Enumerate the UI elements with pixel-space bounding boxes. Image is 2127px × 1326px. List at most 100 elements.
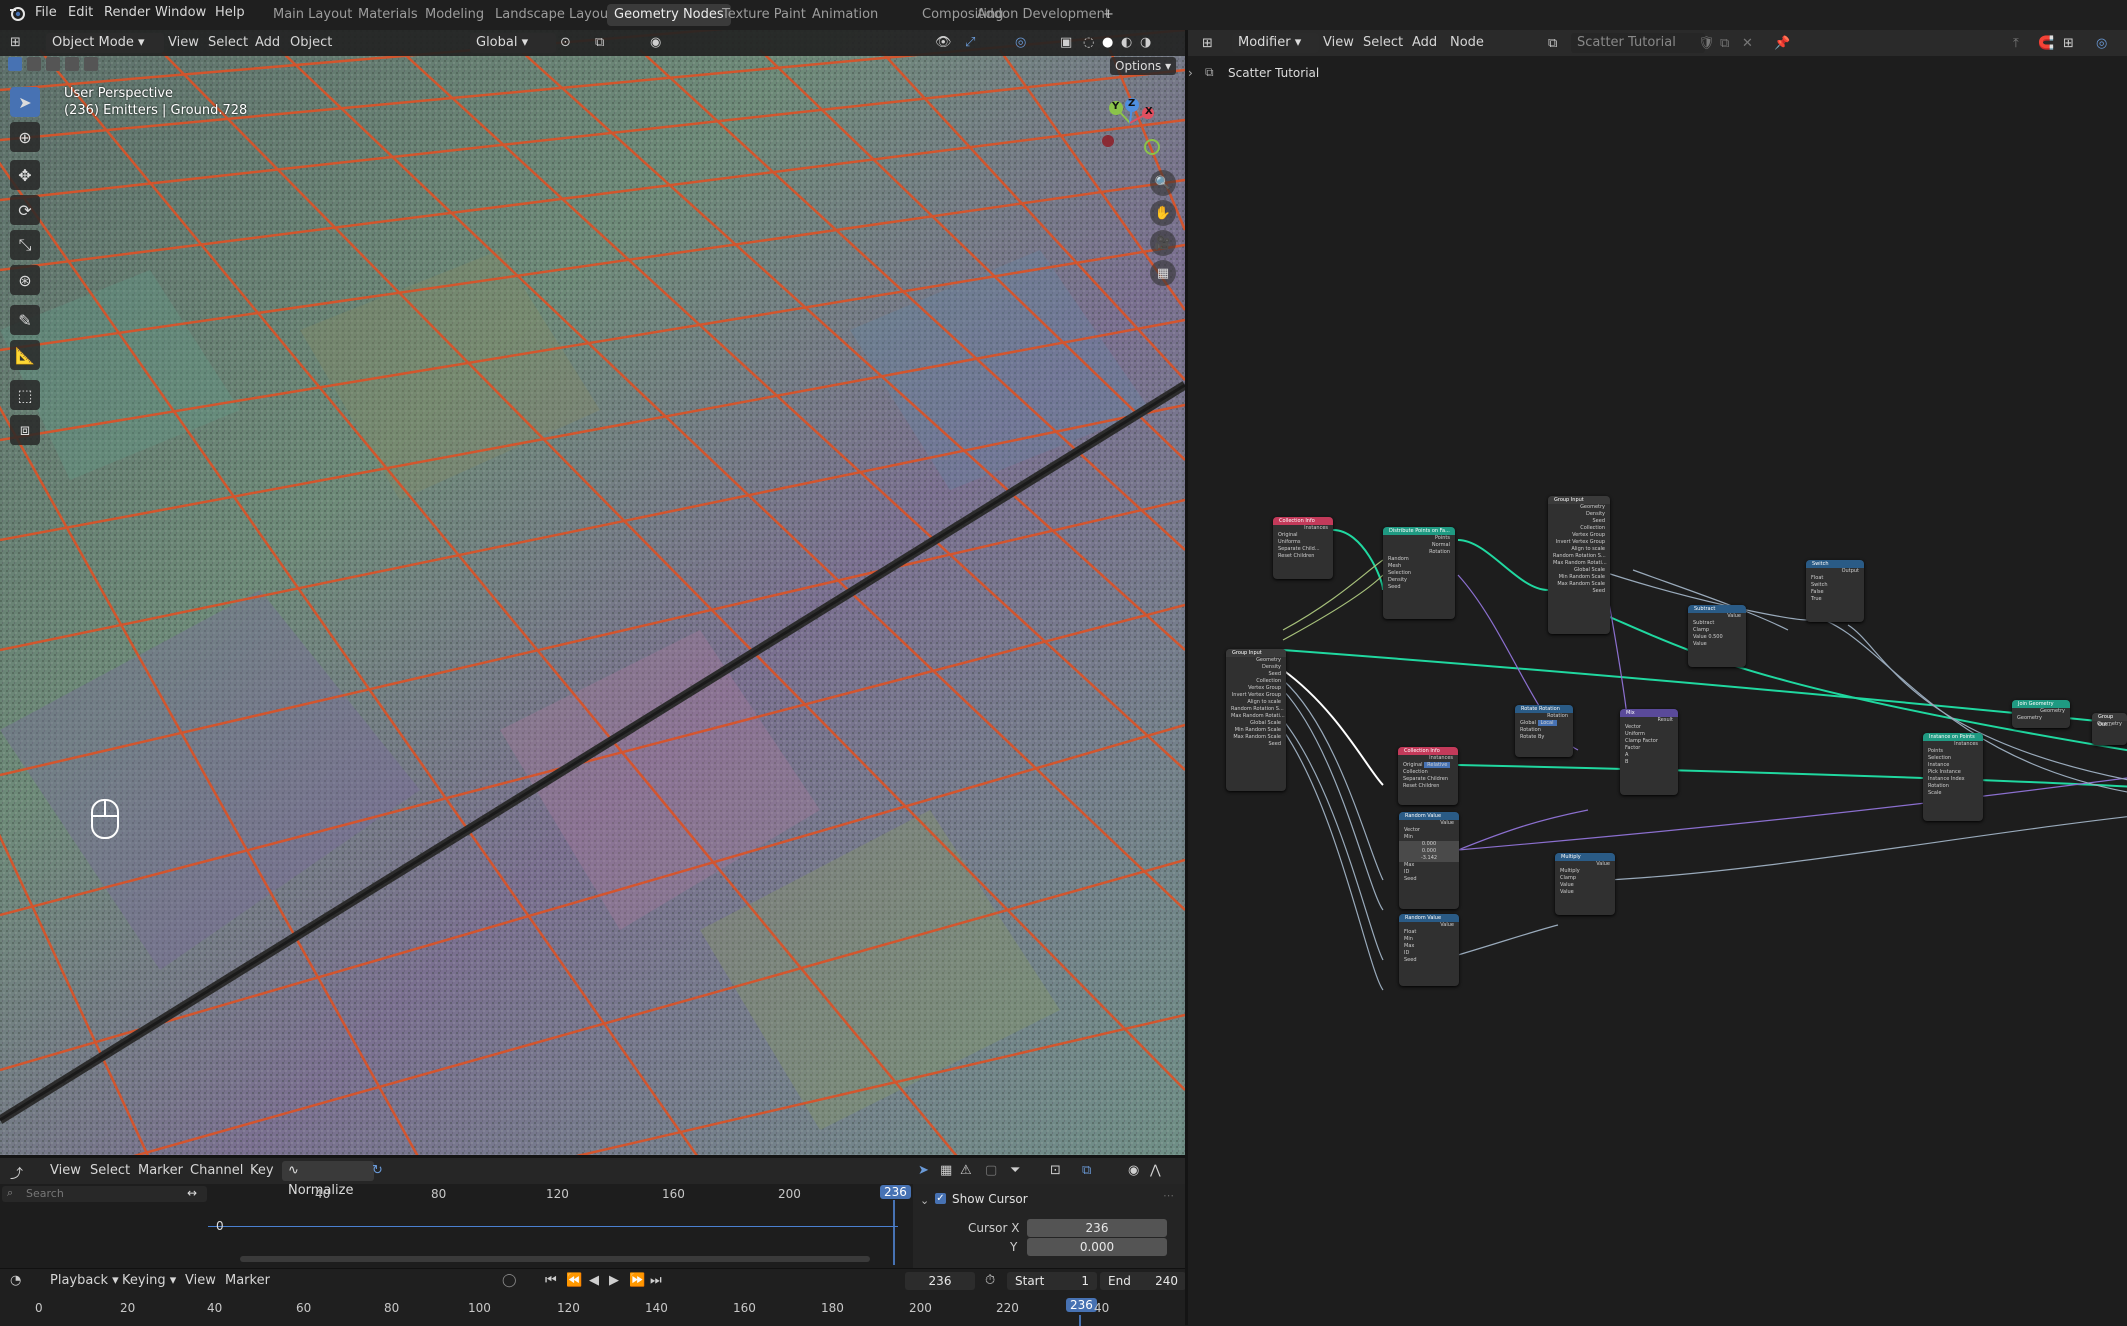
falloff-icon[interactable]: ⋀: [1150, 1163, 1161, 1178]
annotate-tool[interactable]: ✎: [10, 305, 40, 335]
measure-tool[interactable]: 📐: [10, 340, 40, 370]
tab-texture-paint[interactable]: Texture Paint: [715, 4, 813, 26]
min-x-field[interactable]: 0.000: [1399, 841, 1459, 848]
select-box-tool[interactable]: ➤: [10, 87, 40, 117]
navigation-gizmo[interactable]: Y Z X: [1090, 95, 1170, 165]
channel-search-input[interactable]: ⌕ Search: [2, 1186, 207, 1202]
snap-icon[interactable]: ⧉: [595, 35, 604, 50]
rotate-tool[interactable]: ⟳: [10, 195, 40, 225]
tab-landscape-layout[interactable]: Landscape Layout: [488, 4, 620, 26]
shading-solid-icon[interactable]: ●: [1102, 35, 1113, 50]
socket-label[interactable]: Vector: [1399, 827, 1459, 834]
socket-label[interactable]: Local: [1537, 720, 1557, 726]
group-output-node[interactable]: Group Out... Geometry: [2092, 713, 2127, 745]
mix-node[interactable]: Mix Result Vector Uniform Clamp Factor F…: [1620, 709, 1678, 795]
cursor-x-field[interactable]: 236: [1027, 1219, 1167, 1237]
switch-node[interactable]: Switch Output Float Switch False True: [1806, 560, 1864, 622]
vp-menu-select[interactable]: Select: [208, 35, 248, 50]
subtract-node[interactable]: Subtract Value Subtract Clamp Value 0.50…: [1688, 605, 1746, 667]
menu-window[interactable]: Window: [155, 5, 206, 20]
panel-collapse-icon[interactable]: ⌄: [920, 1194, 929, 1207]
move-tool[interactable]: ✥: [10, 160, 40, 190]
random-value-node-2[interactable]: Random Value Value Float Min Max ID Seed: [1399, 914, 1459, 986]
jump-keyframe-forward-icon[interactable]: ⏩: [629, 1273, 645, 1288]
socket-label[interactable]: Uniforms: [1273, 539, 1333, 546]
socket-label[interactable]: Subtract: [1688, 620, 1746, 627]
add-object-tool[interactable]: ⧈: [10, 415, 40, 445]
gizmo-toggle-icon[interactable]: ⤢: [965, 35, 975, 50]
socket-label[interactable]: Reset Children: [1273, 553, 1333, 560]
visibility-icon[interactable]: 👁: [935, 35, 952, 50]
socket-label[interactable]: Multiply: [1555, 868, 1615, 875]
zoom-icon[interactable]: 🔍: [1150, 170, 1176, 196]
editor-type-icon[interactable]: ⊞: [10, 35, 21, 50]
socket-label[interactable]: Value 0.500: [1688, 634, 1746, 641]
socket-label[interactable]: Pick Instance: [1923, 769, 1983, 776]
tab-animation[interactable]: Animation: [805, 4, 885, 26]
play-icon[interactable]: ▶: [609, 1273, 619, 1288]
vp-menu-view[interactable]: View: [168, 35, 199, 50]
current-frame-field[interactable]: 236: [905, 1272, 975, 1290]
play-reverse-icon[interactable]: ◀: [589, 1273, 599, 1288]
ge-snap-icon[interactable]: ⧉: [1082, 1163, 1091, 1178]
cursor-tool[interactable]: ⊕: [10, 122, 40, 152]
min-y-field[interactable]: 0.000: [1399, 848, 1459, 855]
graph-editor-type-icon[interactable]: ⤴: [10, 1163, 23, 1182]
ge-menu-marker[interactable]: Marker: [138, 1163, 183, 1178]
ge-menu-view[interactable]: View: [50, 1163, 81, 1178]
overlay-toggle-icon[interactable]: ◎: [1015, 35, 1026, 50]
drag-handle-icon[interactable]: ⋯: [1163, 1189, 1174, 1202]
area-divider[interactable]: [1185, 30, 1188, 1325]
menu-render[interactable]: Render: [104, 5, 150, 20]
socket-label[interactable]: Random: [1383, 556, 1455, 563]
jump-start-icon[interactable]: ⏮: [545, 1273, 557, 1288]
shading-rendered-icon[interactable]: ◑: [1140, 35, 1151, 50]
perspective-grid-icon[interactable]: ▦: [1150, 260, 1176, 286]
socket-label[interactable]: Global: [1520, 720, 1536, 726]
timeline-menu-marker[interactable]: Marker: [225, 1273, 270, 1288]
ghost-icon[interactable]: ▢: [985, 1163, 997, 1178]
join-geometry-node[interactable]: Join Geometry Geometry Geometry: [2012, 700, 2070, 728]
ge-menu-key[interactable]: Key: [250, 1163, 274, 1178]
group-input-node-main[interactable]: Group Input Geometry Density Seed Collec…: [1226, 649, 1286, 791]
timeline-playback-menu[interactable]: Playback ▾: [50, 1273, 119, 1288]
refresh-icon[interactable]: ↻: [372, 1163, 383, 1178]
shading-material-icon[interactable]: ◐: [1121, 35, 1132, 50]
ge-menu-select[interactable]: Select: [90, 1163, 130, 1178]
socket-label[interactable]: Separate Child...: [1273, 546, 1333, 553]
socket-label[interactable]: Vector: [1620, 724, 1678, 731]
socket-label[interactable]: Clamp Factor: [1620, 738, 1678, 745]
transform-orientation-dropdown[interactable]: Global ▾: [470, 33, 556, 53]
pan-hand-icon[interactable]: ✋: [1150, 200, 1176, 226]
min-z-field[interactable]: -3.142: [1399, 855, 1459, 862]
only-selected-icon[interactable]: ➤: [918, 1163, 929, 1178]
socket-label[interactable]: Relative: [1424, 762, 1451, 768]
pivot-icon[interactable]: ⊙: [560, 35, 571, 50]
filter-icon[interactable]: ⏷: [1010, 1163, 1020, 1178]
timeline-editor-type-icon[interactable]: ◔: [10, 1273, 21, 1288]
3d-viewport[interactable]: [0, 30, 1185, 1155]
pivot-point-icon[interactable]: ⊡: [1050, 1163, 1061, 1178]
tab-materials[interactable]: Materials: [351, 4, 425, 26]
current-frame-badge[interactable]: 236: [880, 1185, 911, 1199]
object-mode-dropdown[interactable]: Object Mode ▾: [46, 33, 164, 53]
end-frame-field[interactable]: End 240: [1100, 1272, 1186, 1290]
timeline-menu-view[interactable]: View: [185, 1273, 216, 1288]
scale-tool[interactable]: ⤡: [10, 230, 40, 260]
socket-label[interactable]: Uniform: [1620, 731, 1678, 738]
jump-end-icon[interactable]: ⏭: [650, 1273, 662, 1288]
show-cursor-checkbox[interactable]: ✓: [935, 1193, 946, 1204]
socket-label[interactable]: Original: [1273, 532, 1333, 539]
multiply-node[interactable]: Multiply Value Multiply Clamp Value Valu…: [1555, 853, 1615, 915]
area-divider[interactable]: [0, 1155, 1185, 1158]
tab-addon-development[interactable]: Addon Development: [970, 4, 1117, 26]
timeline-keying-menu[interactable]: Keying ▾: [122, 1273, 176, 1288]
vp-menu-object[interactable]: Object: [290, 35, 332, 50]
stopwatch-icon[interactable]: ⏱: [985, 1273, 995, 1288]
ge-menu-channel[interactable]: Channel: [190, 1163, 243, 1178]
random-value-node-1[interactable]: Random Value Value Vector Min 0.000 0.00…: [1399, 812, 1459, 909]
start-frame-field[interactable]: Start 1: [1007, 1272, 1097, 1290]
cursor-y-field[interactable]: 0.000: [1027, 1238, 1167, 1256]
options-dropdown[interactable]: Options ▾: [1110, 57, 1177, 75]
socket-label[interactable]: Float: [1806, 575, 1864, 582]
